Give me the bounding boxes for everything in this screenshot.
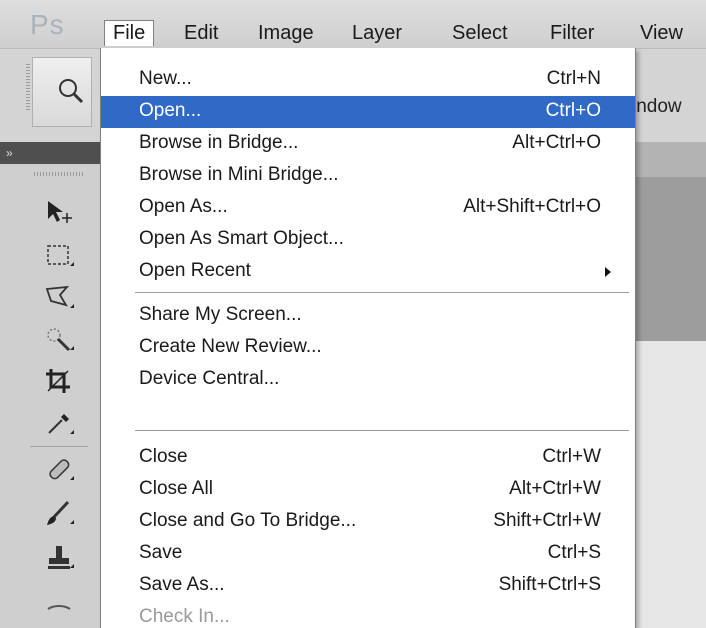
clone-stamp-icon	[48, 546, 74, 569]
move-tool[interactable]	[34, 192, 84, 232]
menu-select[interactable]: Select	[444, 20, 516, 46]
options-grip[interactable]	[26, 64, 30, 112]
menu-edit[interactable]: Edit	[176, 20, 226, 46]
file-menu-dropdown: New... Ctrl+N Open... Ctrl+O Browse in B…	[100, 48, 636, 628]
menu-item-save-as[interactable]: Save As... Shift+Ctrl+S	[101, 570, 635, 602]
crop-tool[interactable]	[34, 362, 84, 402]
rectangular-marquee-icon	[47, 245, 74, 266]
ps-logo: Ps	[30, 9, 65, 40]
menu-item-share-my-screen[interactable]: Share My Screen...	[101, 300, 635, 332]
menu-separator	[135, 292, 629, 293]
lasso-tool[interactable]	[34, 278, 84, 318]
menu-item-create-new-review[interactable]: Create New Review...	[101, 332, 635, 364]
menu-item-close-and-go-to-bridge[interactable]: Close and Go To Bridge... Shift+Ctrl+W	[101, 506, 635, 538]
move-tool-icon	[48, 201, 72, 223]
menu-window-partial[interactable]: indow	[632, 96, 682, 118]
zoom-tool-preset[interactable]	[32, 57, 92, 127]
menu-item-browse-in-bridge[interactable]: Browse in Bridge... Alt+Ctrl+O	[101, 128, 635, 160]
quick-selection-tool[interactable]	[34, 320, 84, 360]
menu-item-open-as-smart-object[interactable]: Open As Smart Object...	[101, 224, 635, 256]
menu-view[interactable]: View	[632, 20, 691, 46]
history-brush-icon	[47, 605, 71, 610]
menu-item-new[interactable]: New... Ctrl+N	[101, 64, 635, 96]
menu-file[interactable]: File	[104, 20, 155, 46]
spot-healing-brush-icon	[49, 459, 74, 480]
menu-item-browse-in-mini-bridge[interactable]: Browse in Mini Bridge...	[101, 160, 635, 192]
menu-item-save[interactable]: Save Ctrl+S	[101, 538, 635, 570]
marquee-tool[interactable]	[34, 236, 84, 276]
menu-item-device-central[interactable]: Device Central...	[101, 364, 635, 396]
tools-collapse-icon[interactable]: »	[0, 142, 100, 164]
menu-item-open[interactable]: Open... Ctrl+O	[101, 96, 635, 128]
clone-stamp-tool[interactable]	[34, 538, 84, 578]
lasso-icon	[45, 285, 74, 308]
menu-item-open-as[interactable]: Open As... Alt+Shift+Ctrl+O	[101, 192, 635, 224]
menu-filter[interactable]: Filter	[542, 20, 602, 46]
history-brush-tool[interactable]	[34, 582, 84, 622]
tools-grip[interactable]	[34, 172, 84, 176]
menu-item-open-recent[interactable]: Open Recent	[101, 256, 635, 288]
magnifier-icon	[59, 79, 84, 104]
menu-item-close[interactable]: Close Ctrl+W	[101, 442, 635, 474]
brush-icon	[47, 500, 74, 525]
submenu-arrow-icon	[605, 267, 611, 277]
menu-separator	[135, 430, 629, 431]
quick-selection-icon	[47, 328, 74, 352]
menu-image[interactable]: Image	[250, 20, 322, 46]
healing-brush-tool[interactable]	[34, 450, 84, 490]
crop-icon	[46, 369, 70, 393]
eyedropper-tool[interactable]	[34, 404, 84, 444]
photoshop-window: Ps File Edit Image Layer Select Filter V…	[0, 0, 706, 628]
menu-item-check-in: Check In...	[139, 606, 230, 627]
menu-layer[interactable]: Layer	[344, 20, 410, 46]
menu-bar: Ps File Edit Image Layer Select Filter V…	[0, 0, 706, 49]
eyedropper-icon	[48, 414, 74, 434]
brush-tool[interactable]	[34, 494, 84, 534]
tools-separator	[30, 446, 88, 447]
menu-item-close-all[interactable]: Close All Alt+Ctrl+W	[101, 474, 635, 506]
tools-panel: »	[0, 142, 101, 628]
